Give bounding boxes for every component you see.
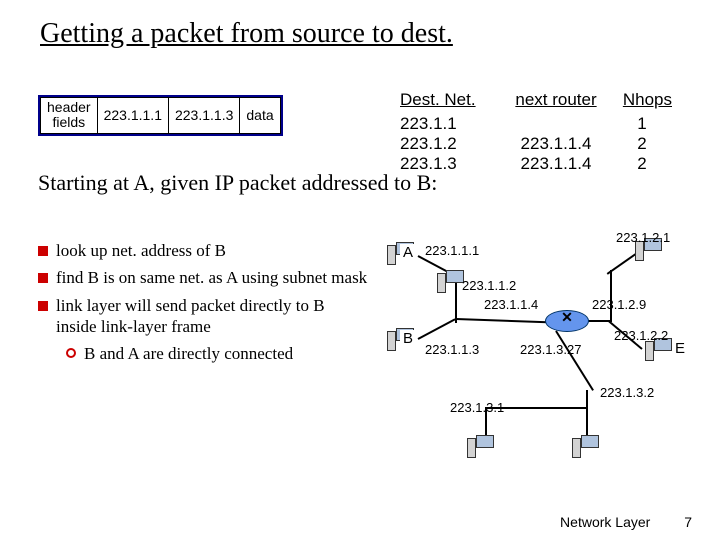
host-label-a: A: [400, 244, 416, 261]
ip-label: 223.1.3.1: [450, 400, 504, 415]
table-header: Nhops: [612, 90, 672, 110]
table-row: 223.1.3 223.1.1.4 2: [400, 154, 672, 174]
table-row: 223.1.1 1: [400, 114, 672, 134]
host-icon: [575, 435, 605, 459]
ip-label: 223.1.2.1: [616, 230, 670, 245]
host-label-b: B: [400, 330, 416, 347]
routing-table: Dest. Net. next router Nhops 223.1.1 1 2…: [400, 90, 672, 174]
packet-data: data: [240, 98, 280, 134]
host-icon: [470, 435, 500, 459]
table-header: Dest. Net.: [400, 90, 500, 110]
list-item: look up net. address of B: [38, 240, 368, 261]
bullet-square-icon: [38, 246, 48, 256]
list-item: link layer will send packet directly to …: [38, 295, 368, 338]
ip-label: 223.1.3.27: [520, 342, 581, 357]
bullet-square-icon: [38, 301, 48, 311]
host-label-e: E: [672, 340, 688, 357]
ip-label: 223.1.1.3: [425, 342, 479, 357]
packet-src-ip: 223.1.1.1: [97, 98, 168, 134]
ip-label: 223.1.2.2: [614, 328, 668, 343]
ip-label: 223.1.1.1: [425, 243, 479, 258]
packet-header-fields: headerfields: [41, 98, 98, 134]
ip-label: 223.1.2.9: [592, 297, 646, 312]
table-header: next router: [506, 90, 606, 110]
page-number: 7: [684, 514, 692, 530]
bullet-circle-icon: [66, 348, 76, 358]
bullet-list: look up net. address of B find B is on s…: [38, 240, 368, 364]
ip-label: 223.1.1.4: [484, 297, 538, 312]
slide-title: Getting a packet from source to dest.: [0, 0, 720, 50]
ip-label: 223.1.1.2: [462, 278, 516, 293]
footer-label: Network Layer: [560, 514, 650, 530]
footer: Network Layer 7: [560, 514, 692, 530]
router-icon: ✕: [545, 310, 589, 332]
table-row: 223.1.2 223.1.1.4 2: [400, 134, 672, 154]
ip-label: 223.1.3.2: [600, 385, 654, 400]
list-subitem: B and A are directly connected: [66, 343, 368, 364]
network-diagram: A 223.1.1.1 223.1.1.2 B 223.1.1.3 223.1.…: [370, 230, 700, 470]
packet-dst-ip: 223.1.1.3: [168, 98, 239, 134]
bullet-square-icon: [38, 273, 48, 283]
packet-frame: headerfields 223.1.1.1 223.1.1.3 data: [38, 95, 283, 136]
subtitle: Starting at A, given IP packet addressed…: [38, 170, 437, 196]
list-item: find B is on same net. as A using subnet…: [38, 267, 368, 288]
